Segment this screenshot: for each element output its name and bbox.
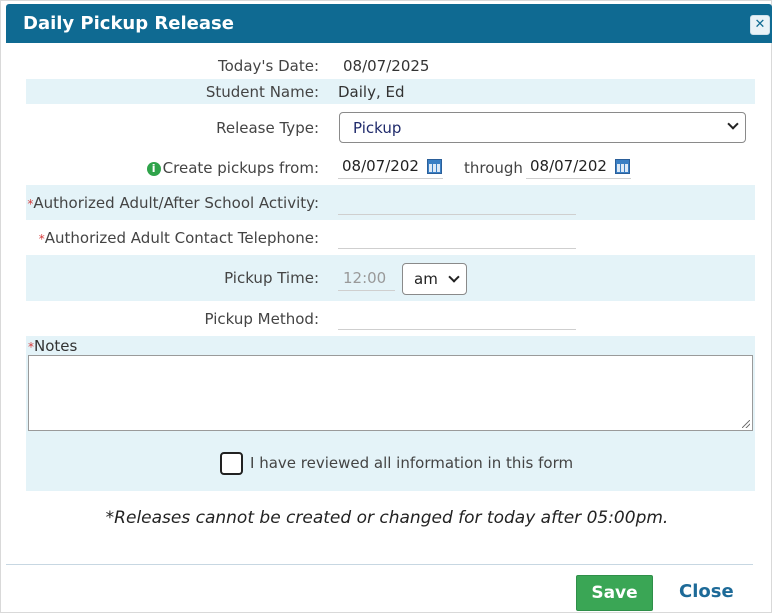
ampm-value: am [414,270,438,288]
review-checkbox-label[interactable]: I have reviewed all information in this … [250,454,573,472]
calendar-icon[interactable] [427,159,442,174]
footer-divider [6,564,753,565]
notes-textarea[interactable] [28,355,753,431]
chevron-down-icon [448,271,460,283]
create-pickups-label-text: Create pickups from: [162,159,319,177]
release-type-value: Pickup [353,119,402,137]
pickup-time-label: Pickup Time: [224,269,319,287]
student-name-value: Daily, Ed [338,83,405,101]
release-type-select[interactable]: Pickup [339,112,746,143]
notes-label: *Notes [28,337,77,355]
pickup-method-input[interactable] [338,306,576,330]
close-icon[interactable]: ✕ [750,15,770,35]
chevron-down-icon [727,118,739,130]
from-date-value: 08/07/202 [342,157,419,175]
calendar-icon[interactable] [615,159,630,174]
dialog-title: Daily Pickup Release [23,13,234,34]
daily-pickup-release-dialog: Daily Pickup Release ✕ Today's Date: 08/… [0,0,772,613]
through-date-input[interactable]: 08/07/202 [526,155,631,179]
info-icon[interactable]: i [146,162,161,176]
dialog-header: Daily Pickup Release ✕ [6,4,772,43]
review-checkbox[interactable] [220,452,243,475]
contact-phone-label-text: Authorized Adult Contact Telephone: [44,229,319,247]
pickup-method-label: Pickup Method: [204,310,319,328]
todays-date-value: 08/07/2025 [343,57,430,75]
resize-grip-icon[interactable] [742,420,750,428]
authorized-adult-label: *Authorized Adult/After School Activity: [27,194,319,212]
close-button[interactable]: Close [679,581,734,602]
student-name-label: Student Name: [205,83,319,101]
release-deadline-note: *Releases cannot be created or changed f… [105,508,669,528]
through-date-value: 08/07/202 [530,157,607,175]
authorized-adult-label-text: Authorized Adult/After School Activity: [33,194,319,212]
notes-label-text: Notes [34,337,78,355]
ampm-select[interactable]: am [402,263,467,295]
through-label: through [464,159,523,177]
save-button[interactable]: Save [576,575,653,611]
todays-date-label: Today's Date: [218,57,319,75]
contact-phone-input[interactable] [338,225,576,249]
from-date-input[interactable]: 08/07/202 [338,155,443,179]
create-pickups-label: i Create pickups from: [146,159,319,177]
contact-phone-label: *Authorized Adult Contact Telephone: [39,229,319,247]
authorized-adult-input[interactable] [338,191,576,215]
pickup-time-input[interactable]: 12:00 [338,265,395,291]
release-type-label: Release Type: [216,119,319,137]
